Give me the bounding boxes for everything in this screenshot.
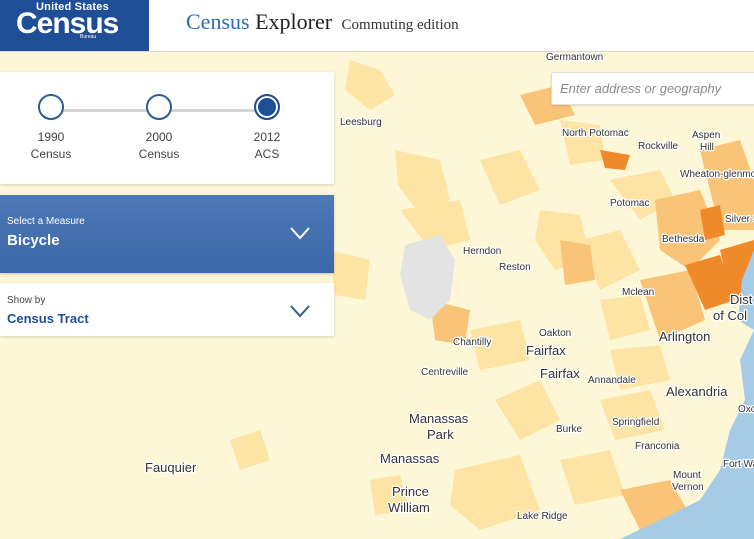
place-label: Park [427,427,454,442]
place-label: Dist [730,292,753,307]
timeline-label: 1990 Census [11,129,91,163]
timeline-label: 2000 Census [119,129,199,163]
place-label: Germantown [546,52,603,63]
place-label: Fort Wa [723,459,754,470]
place-label: Aspen [692,130,720,141]
showby-value: Census Tract [7,311,89,326]
timeline-source: Census [30,147,72,161]
timeline-item-2000[interactable]: 2000 Census [119,94,199,163]
app-subtitle: Commuting edition [341,17,459,33]
place-label: of Col [713,308,747,323]
chevron-down-icon[interactable] [288,225,312,241]
place-label: Mount [673,470,701,481]
place-label: Herndon [463,246,501,257]
timeline-item-1990[interactable]: 1990 Census [11,94,91,163]
timeline-dot[interactable] [38,94,64,120]
timeline-year: 2012 [253,130,281,144]
logo-line3: Bureau [80,34,97,40]
place-label: Centreville [421,367,469,378]
measure-value: Bicycle [7,232,60,249]
place-label: Fairfax [526,343,566,358]
timeline-label: 2012 ACS [227,129,307,163]
place-label: Franconia [635,441,680,452]
title-part2: Explorer [249,9,333,34]
place-label: Arlington [659,329,710,344]
measure-caption: Select a Measure [7,216,85,227]
place-label: William [388,500,430,515]
place-label: Rockville [638,141,678,152]
place-label: Alexandria [666,384,728,399]
place-label: Reston [499,262,531,273]
place-label: Prince [392,484,429,499]
place-label: Potomac [610,198,649,209]
place-label: Silver S [725,214,754,225]
showby-dropdown[interactable]: Show by Census Tract [0,283,334,336]
search-box [551,72,754,105]
app-header: United States Census Bureau Census Explo… [0,0,754,52]
place-label: Mclean [622,287,654,298]
timeline-source: ACS [254,147,280,161]
measure-dropdown[interactable]: Select a Measure Bicycle [0,195,334,273]
timeline-year: 1990 [37,130,65,144]
place-label: Leesburg [340,117,382,128]
timeline-source: Census [138,147,180,161]
place-label: Fauquier [145,460,197,475]
place-label: Lake Ridge [517,511,568,522]
timeline-panel: 1990 Census 2000 Census 2012 ACS [0,72,334,184]
timeline-item-2012[interactable]: 2012 ACS [227,94,307,163]
place-label: Vernon [672,482,704,493]
place-label: Wheaton-glenmo [680,169,754,180]
place-label: Oxo [738,404,754,415]
chevron-down-icon[interactable] [288,303,312,319]
place-label: Bethesda [662,234,705,245]
place-label: Hill [700,142,714,153]
timeline-year: 2000 [145,130,173,144]
place-label: Burke [556,424,583,435]
search-input[interactable] [552,73,754,104]
place-label: Manassas [380,451,440,466]
place-label: Oakton [539,328,571,339]
place-label: North Potomac [562,128,629,139]
place-label: Fairfax [540,366,580,381]
place-label: Manassas [409,411,469,426]
census-logo[interactable]: United States Census Bureau [0,0,149,51]
showby-caption: Show by [7,295,46,306]
place-label: Annandale [588,375,636,386]
place-label: Chantilly [453,337,491,348]
title-part1: Census [186,9,250,34]
app-title: Census Explorer Commuting edition [186,9,459,35]
timeline-dot-active[interactable] [254,94,280,120]
timeline-dot[interactable] [146,94,172,120]
logo-line2: Census [16,7,119,40]
place-label: Springfield [612,417,659,428]
